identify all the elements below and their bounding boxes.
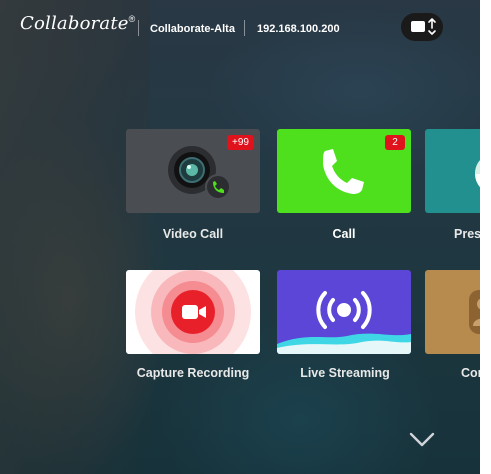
video-call-label: Video Call bbox=[162, 227, 224, 241]
present-label: Prese bbox=[454, 227, 480, 241]
capture-recording-tile[interactable] bbox=[126, 270, 260, 354]
call-badge: 2 bbox=[385, 135, 405, 150]
call-tile[interactable]: 2 bbox=[277, 129, 411, 213]
video-camera-icon bbox=[135, 270, 251, 354]
content-tile[interactable] bbox=[425, 270, 480, 354]
live-streaming-label: Live Streaming bbox=[300, 366, 390, 380]
call-label: Call bbox=[332, 227, 356, 241]
room-name: Collaborate-Alta bbox=[150, 23, 235, 35]
top-bar: Collaborate® Collaborate-Alta 192.168.10… bbox=[0, 0, 480, 56]
main-screen: Collaborate® Collaborate-Alta 192.168.10… bbox=[0, 0, 480, 474]
contacts-icon bbox=[469, 290, 480, 334]
app-logo: Collaborate® bbox=[20, 13, 136, 34]
content-label: Cont bbox=[461, 366, 480, 380]
present-tile[interactable] bbox=[425, 129, 480, 213]
divider bbox=[244, 20, 245, 36]
chevron-down-icon bbox=[409, 432, 435, 447]
live-streaming-tile[interactable] bbox=[277, 270, 411, 354]
pie-chart-icon bbox=[474, 160, 480, 188]
missed-calls-badge: +99 bbox=[227, 135, 254, 150]
broadcast-icon bbox=[277, 291, 411, 354]
video-call-tile[interactable]: +99 bbox=[126, 129, 260, 213]
ip-address: 192.168.100.200 bbox=[257, 23, 340, 35]
capture-recording-label: Capture Recording bbox=[136, 366, 250, 380]
screen-share-icon bbox=[411, 18, 436, 35]
scroll-down-button[interactable] bbox=[409, 432, 435, 453]
divider bbox=[138, 20, 139, 36]
screen-share-button[interactable] bbox=[401, 13, 443, 41]
